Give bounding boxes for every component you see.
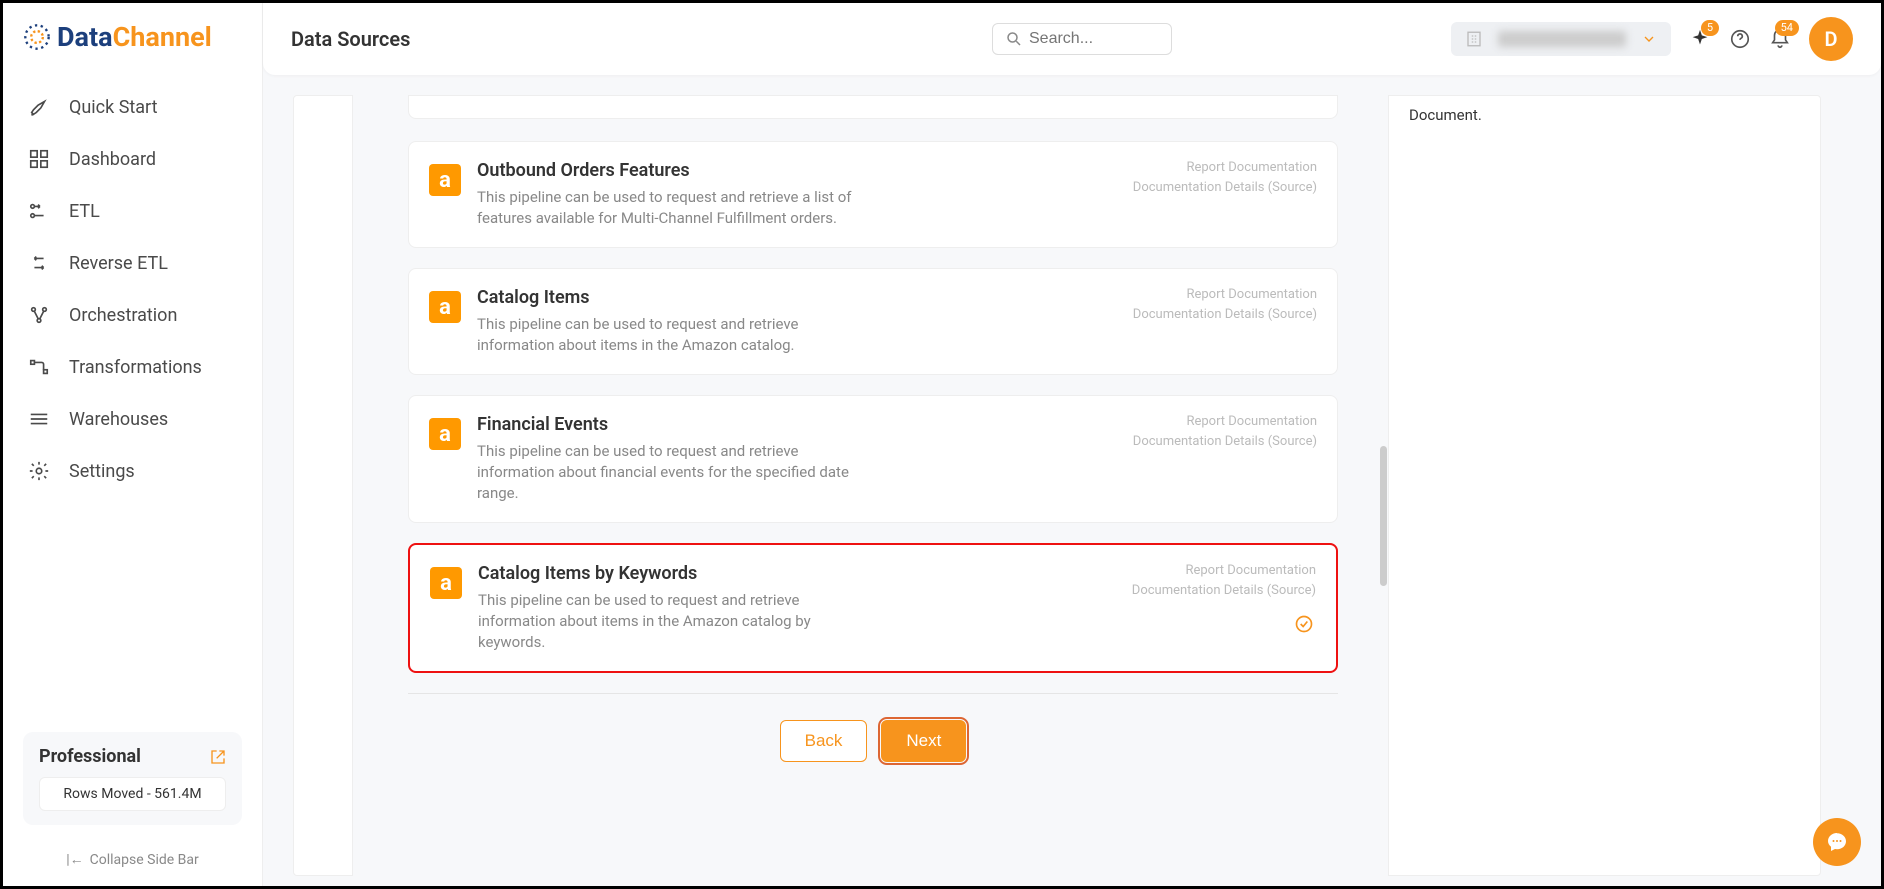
divider	[408, 693, 1338, 694]
amazon-icon: a	[429, 164, 461, 196]
sidebar-label: Reverse ETL	[69, 253, 168, 274]
search-input[interactable]	[1029, 30, 1159, 48]
rocket-icon	[27, 95, 51, 119]
next-button[interactable]: Next	[881, 720, 966, 762]
chevron-down-icon	[1641, 31, 1657, 47]
report-doc-link[interactable]: Report Documentation	[1133, 158, 1317, 178]
doc-details-link[interactable]: Documentation Details (Source)	[1133, 178, 1317, 198]
help-icon[interactable]	[1729, 28, 1751, 50]
etl-icon	[27, 199, 51, 223]
left-gutter	[263, 95, 358, 876]
orchestration-icon	[27, 303, 51, 327]
reverse-etl-icon	[27, 251, 51, 275]
pipeline-card-partial[interactable]	[408, 95, 1338, 119]
amazon-icon: a	[429, 291, 461, 323]
back-button[interactable]: Back	[780, 720, 868, 762]
doc-details-link[interactable]: Documentation Details (Source)	[1133, 432, 1317, 452]
logo-text-data: Data	[57, 21, 113, 53]
building-icon	[1465, 30, 1483, 48]
bell-badge: 54	[1775, 20, 1799, 36]
avatar[interactable]: D	[1809, 17, 1853, 61]
plan-card: Professional Rows Moved - 561.4M	[23, 732, 242, 825]
info-text: Document.	[1409, 106, 1790, 124]
sidebar-item-settings[interactable]: Settings	[17, 445, 248, 497]
sparkle-icon[interactable]: 5	[1689, 28, 1711, 50]
sidebar-label: ETL	[69, 201, 100, 222]
doc-details-link[interactable]: Documentation Details (Source)	[1132, 581, 1316, 601]
sidebar-label: Dashboard	[69, 149, 156, 170]
scrollbar[interactable]	[1378, 95, 1388, 876]
dashboard-icon	[27, 147, 51, 171]
pipeline-card-selected[interactable]: a Catalog Items by Keywords This pipelin…	[408, 543, 1338, 673]
pipeline-desc: This pipeline can be used to request and…	[477, 187, 857, 229]
pipeline-card[interactable]: a Outbound Orders Features This pipeline…	[408, 141, 1338, 248]
amazon-icon: a	[429, 418, 461, 450]
check-icon	[1294, 614, 1314, 634]
sidebar-item-reverse-etl[interactable]: Reverse ETL	[17, 237, 248, 289]
rows-moved: Rows Moved - 561.4M	[39, 777, 226, 811]
sidebar-item-dashboard[interactable]: Dashboard	[17, 133, 248, 185]
report-doc-link[interactable]: Report Documentation	[1132, 561, 1316, 581]
page-title: Data Sources	[291, 27, 410, 51]
sidebar-item-etl[interactable]: ETL	[17, 185, 248, 237]
pipeline-card[interactable]: a Catalog Items This pipeline can be use…	[408, 268, 1338, 375]
search-input-wrap[interactable]	[992, 23, 1172, 55]
report-doc-link[interactable]: Report Documentation	[1133, 285, 1317, 305]
logo-text-channel: Channel	[113, 21, 212, 53]
pipeline-desc: This pipeline can be used to request and…	[477, 441, 857, 504]
logo-icon	[23, 23, 51, 51]
gear-icon	[27, 459, 51, 483]
collapse-sidebar[interactable]: |← Collapse Side Bar	[17, 843, 248, 876]
warehouse-icon	[27, 407, 51, 431]
pipeline-desc: This pipeline can be used to request and…	[478, 590, 858, 653]
sidebar-label: Quick Start	[69, 97, 158, 118]
search-icon	[1005, 30, 1023, 48]
sidebar-item-orchestration[interactable]: Orchestration	[17, 289, 248, 341]
open-icon[interactable]	[210, 749, 226, 765]
report-doc-link[interactable]: Report Documentation	[1133, 412, 1317, 432]
doc-details-link[interactable]: Documentation Details (Source)	[1133, 305, 1317, 325]
collapse-icon: |←	[66, 851, 83, 868]
scrollbar-thumb[interactable]	[1380, 446, 1387, 586]
pipeline-desc: This pipeline can be used to request and…	[477, 314, 857, 356]
sidebar-label: Settings	[69, 461, 135, 482]
sidebar-label: Transformations	[69, 357, 202, 378]
amazon-icon: a	[430, 567, 462, 599]
sidebar-item-quick-start[interactable]: Quick Start	[17, 81, 248, 133]
sparkle-badge: 5	[1701, 20, 1719, 36]
chat-icon[interactable]	[1813, 818, 1861, 866]
sidebar-item-transformations[interactable]: Transformations	[17, 341, 248, 393]
transformations-icon	[27, 355, 51, 379]
logo: DataChannel	[17, 21, 248, 53]
plan-name: Professional	[39, 746, 141, 767]
bell-icon[interactable]: 54	[1769, 28, 1791, 50]
info-panel: Document.	[1388, 95, 1821, 876]
sidebar: DataChannel Quick Start Dashboard ETL Re…	[3, 3, 263, 886]
pipeline-card[interactable]: a Financial Events This pipeline can be …	[408, 395, 1338, 523]
topbar: Data Sources hidden	[263, 3, 1881, 75]
sidebar-label: Orchestration	[69, 305, 177, 326]
pipeline-selector-panel: a Outbound Orders Features This pipeline…	[358, 95, 1388, 876]
sidebar-item-warehouses[interactable]: Warehouses	[17, 393, 248, 445]
workspace-selector[interactable]: hidden	[1451, 22, 1671, 56]
sidebar-label: Warehouses	[69, 409, 168, 430]
workspace-name: hidden	[1498, 31, 1626, 47]
